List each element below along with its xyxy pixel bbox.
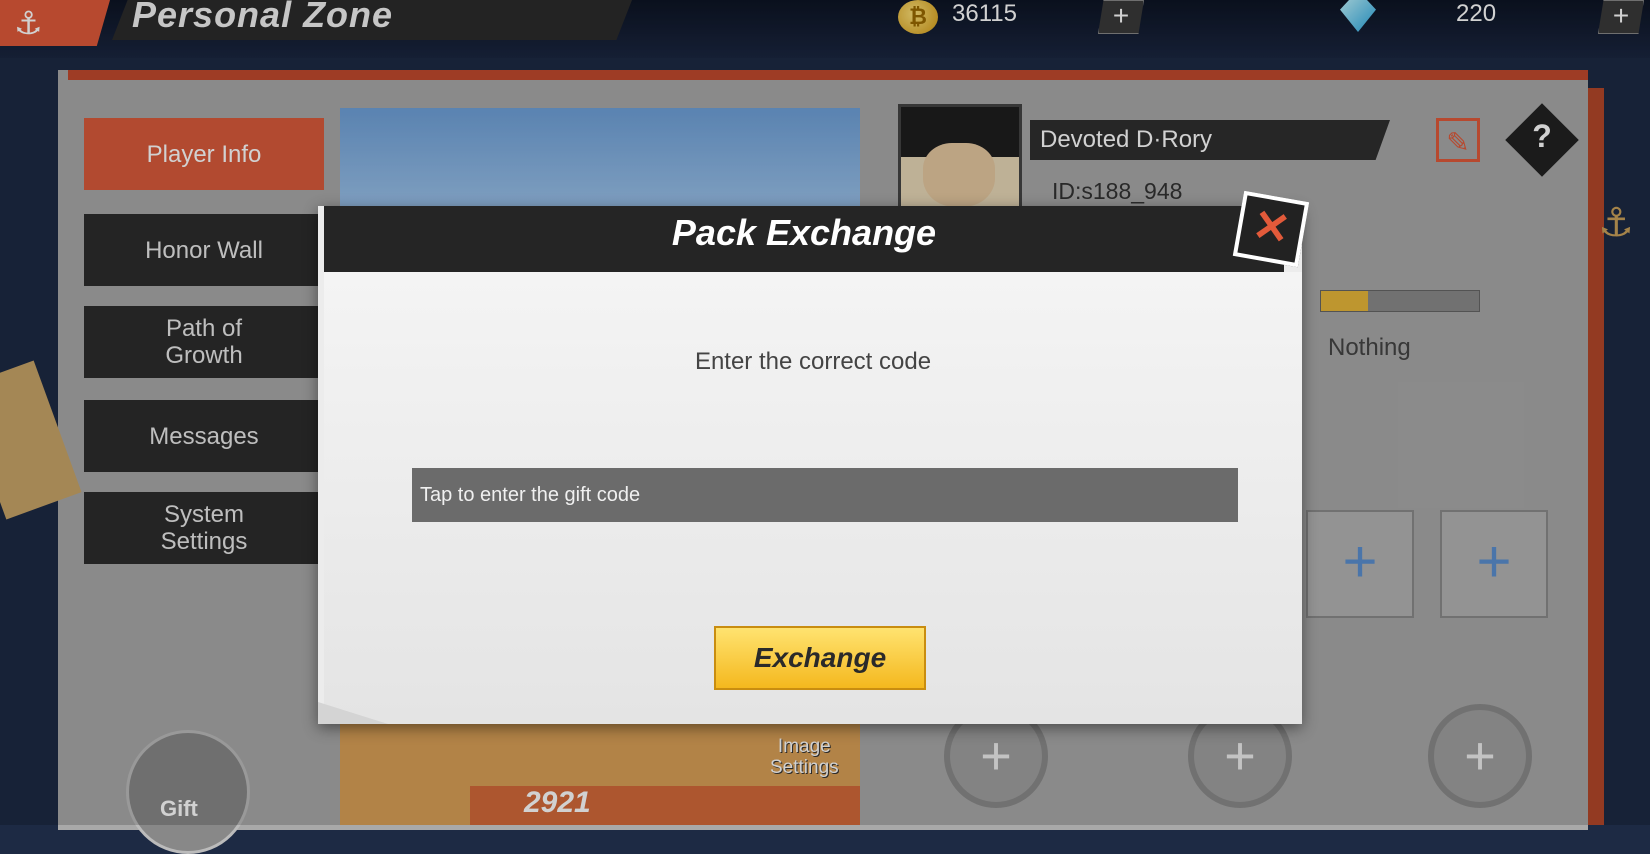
crossbones-close-icon: ✕: [1248, 200, 1294, 255]
dialog-title: Pack Exchange: [671, 212, 937, 253]
exchange-button[interactable]: Exchange: [714, 626, 926, 690]
dialog-prompt: Enter the correct code: [694, 348, 932, 375]
gift-code-input[interactable]: [412, 468, 1238, 522]
close-button[interactable]: ✕: [1232, 190, 1310, 268]
